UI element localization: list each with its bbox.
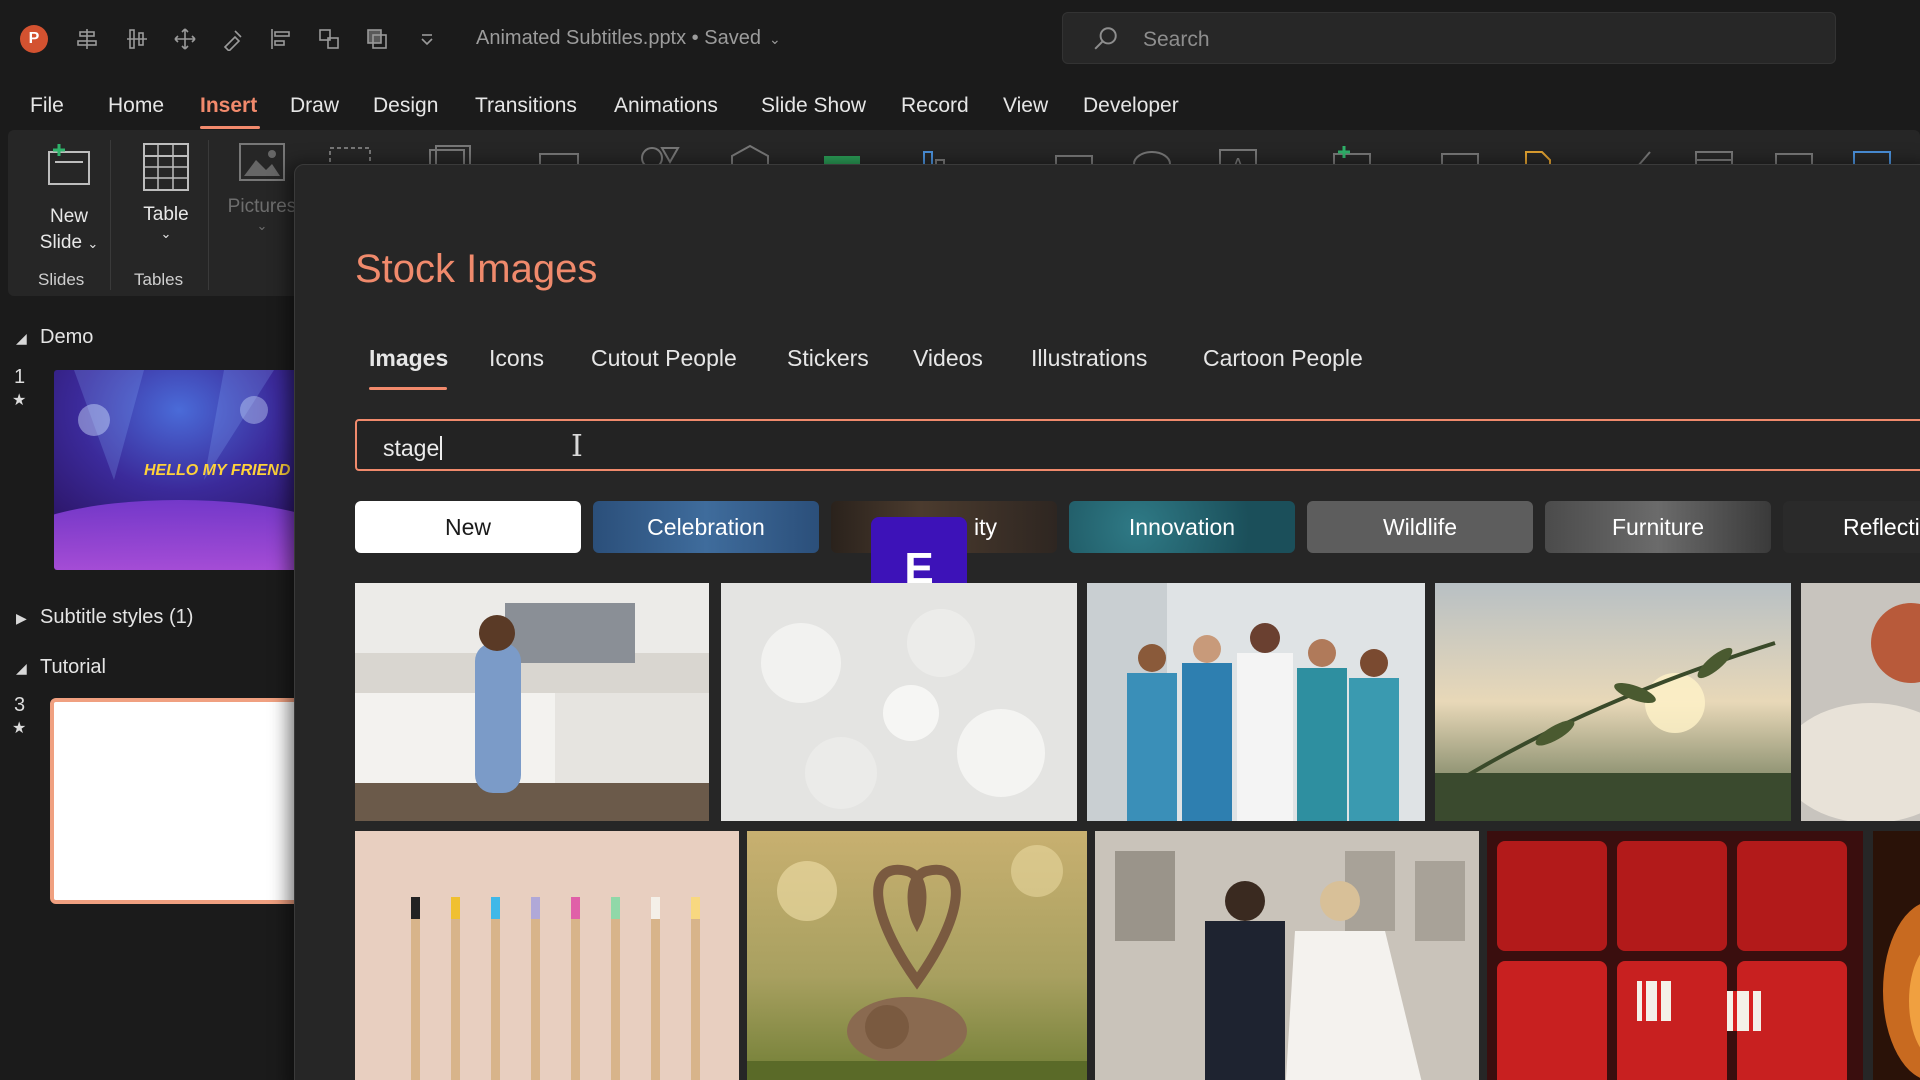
search-placeholder: Search — [1143, 28, 1210, 51]
new-slide-label-2: Slide ⌄ — [39, 232, 99, 253]
text-caret — [440, 436, 443, 460]
pictures-icon — [239, 143, 285, 181]
new-slide-icon — [48, 144, 90, 185]
section-name: Tutorial — [40, 656, 106, 678]
search-input[interactable]: Search — [1062, 12, 1836, 64]
expand-triangle-icon: ▶ — [16, 610, 27, 626]
powerpoint-logo-icon: P — [20, 25, 48, 53]
title-bar: P Animated Subtitles.pptx • Saved ⌄ Searc… — [0, 0, 1920, 78]
chevron-down-icon: ⌄ — [768, 31, 781, 47]
animation-star-icon: ★ — [12, 720, 27, 737]
stock-search-input[interactable]: stage I — [355, 419, 1920, 471]
powerpoint-window: P Animated Subtitles.pptx • Saved ⌄ Searc… — [0, 0, 1920, 1080]
tab-illustrations[interactable]: Illustrations — [1031, 345, 1147, 372]
tab-images[interactable]: Images — [369, 345, 448, 372]
tab-developer[interactable]: Developer — [1083, 94, 1179, 118]
section-subtitle-styles[interactable]: ▶ Subtitle styles (1) — [16, 606, 193, 629]
tab-view[interactable]: View — [1003, 94, 1048, 118]
group-icon[interactable] — [314, 24, 344, 54]
section-demo[interactable]: ◢ Demo — [16, 326, 93, 349]
category-chip-reflection[interactable]: Reflecti — [1783, 501, 1920, 553]
category-chip-wildlife[interactable]: Wildlife — [1307, 501, 1533, 553]
slide-thumbnail-1[interactable]: HELLO MY FRIEND — [54, 370, 304, 570]
move-icon[interactable] — [170, 24, 200, 54]
tab-slide-show[interactable]: Slide Show — [761, 94, 866, 118]
customize-qat-chevron-icon[interactable] — [412, 24, 442, 54]
table-icon — [143, 143, 189, 191]
table-label: Table — [143, 204, 189, 225]
slide-thumbnail-3[interactable] — [50, 698, 304, 904]
chevron-down-icon: ⌄ — [160, 226, 172, 241]
pictures-label: Pictures — [227, 196, 297, 217]
tab-animations[interactable]: Animations — [614, 94, 718, 118]
chevron-down-icon: ⌄ — [87, 236, 99, 251]
tab-videos[interactable]: Videos — [913, 345, 983, 372]
table-button[interactable]: Table ⌄ — [120, 142, 212, 242]
align-left-icon[interactable] — [266, 24, 296, 54]
ribbon-separator — [110, 140, 111, 290]
category-chip-new[interactable]: New — [355, 501, 581, 553]
tab-transitions[interactable]: Transitions — [475, 94, 577, 118]
collapse-triangle-icon: ◢ — [16, 330, 27, 346]
ribbon-tabs: File Home Insert Draw Design Transitions… — [0, 78, 1920, 130]
search-icon — [1094, 27, 1117, 50]
stock-image-cat-heart-tail[interactable] — [747, 831, 1087, 1080]
tab-record[interactable]: Record — [901, 94, 969, 118]
document-title[interactable]: Animated Subtitles.pptx • Saved ⌄ — [476, 27, 781, 50]
section-name: Demo — [40, 326, 94, 348]
section-name: Subtitle styles (1) — [40, 606, 194, 628]
ribbon-separator — [208, 140, 209, 290]
stock-images-dialog: Stock Images Images Icons Cutout People … — [294, 164, 1920, 1080]
active-tab-indicator — [200, 126, 260, 129]
tab-cutout-people[interactable]: Cutout People — [591, 345, 737, 372]
category-chip-celebration[interactable]: Celebration — [593, 501, 819, 553]
tab-insert[interactable]: Insert — [200, 94, 257, 118]
new-slide-button[interactable]: New Slide ⌄ — [24, 142, 114, 254]
tab-icons[interactable]: Icons — [489, 345, 544, 372]
category-chip-innovation[interactable]: Innovation — [1069, 501, 1295, 553]
tab-stickers[interactable]: Stickers — [787, 345, 869, 372]
animation-star-icon: ★ — [12, 392, 27, 409]
slide-number: 3 — [14, 694, 26, 716]
tab-cartoon-people[interactable]: Cartoon People — [1203, 345, 1363, 372]
stock-image-paper-flowers[interactable] — [721, 583, 1077, 821]
tab-draw[interactable]: Draw — [290, 94, 339, 118]
document-title-text: Animated Subtitles.pptx • Saved — [476, 27, 761, 49]
group-label-slides: Slides — [38, 270, 85, 289]
stock-image-toothbrushes[interactable] — [355, 831, 739, 1080]
chevron-down-icon: ⌄ — [256, 218, 268, 233]
new-slide-label-1: New — [49, 206, 88, 227]
pictures-button[interactable]: Pictures ⌄ — [220, 142, 304, 234]
stock-image-medical-team[interactable] — [1087, 583, 1425, 821]
tab-file[interactable]: File — [30, 94, 64, 118]
slide-number: 1 — [14, 366, 26, 388]
category-chip-furniture[interactable]: Furniture — [1545, 501, 1771, 553]
arrange-icon[interactable] — [362, 24, 392, 54]
tab-home[interactable]: Home — [108, 94, 164, 118]
format-painter-icon[interactable] — [218, 24, 248, 54]
distribute-icon[interactable] — [122, 24, 152, 54]
stock-image-cinema-seats[interactable] — [1487, 831, 1863, 1080]
text-cursor-icon: I — [571, 429, 583, 464]
tab-design[interactable]: Design — [373, 94, 438, 118]
active-tab-indicator — [369, 387, 447, 390]
dialog-title: Stock Images — [355, 247, 598, 291]
group-label-tables: Tables — [134, 270, 184, 289]
search-value: stage — [383, 435, 443, 462]
stock-image-blanket[interactable] — [1801, 583, 1920, 821]
align-icon[interactable] — [72, 24, 102, 54]
stock-image-olive-branch[interactable] — [1435, 583, 1791, 821]
thumbnail-text: HELLO MY FRIEND — [144, 462, 291, 479]
collapse-triangle-icon: ◢ — [16, 660, 27, 676]
stock-image-wedding-couple[interactable] — [1095, 831, 1479, 1080]
section-tutorial[interactable]: ◢ Tutorial — [16, 656, 106, 679]
stock-image-fire[interactable] — [1873, 831, 1920, 1080]
stock-image-kitchen-boy[interactable] — [355, 583, 709, 821]
